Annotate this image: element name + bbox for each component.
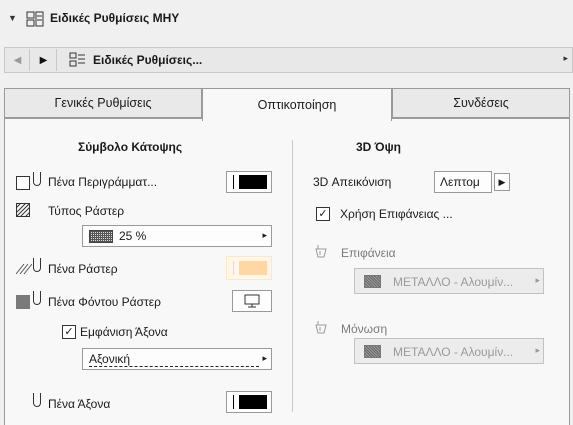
paint-bucket-icon — [315, 245, 327, 258]
column-divider — [292, 140, 293, 412]
collapse-chevron-icon[interactable]: ▼ — [8, 13, 17, 23]
show-axis-label: Εμφάνιση Άξονα — [80, 325, 168, 339]
fill-pen-hatch-icon — [16, 263, 32, 275]
pen-weight-icon — [233, 395, 234, 409]
insulation-dropdown[interactable]: ΜΕΤΑΛΛΟ - Αλουμίν... ▸ — [354, 338, 544, 364]
outline-icon — [16, 176, 30, 190]
next-page-button[interactable]: ▶ — [31, 49, 57, 71]
outline-pen-label: Πένα Περιγράμματ... — [48, 175, 158, 189]
pen-icon — [33, 258, 41, 272]
pen-icon — [33, 291, 41, 305]
tab-visualization[interactable]: Οπτικοποίηση — [202, 88, 392, 121]
floor-plan-symbol-heading: Σύμβολο Κάτοψης — [78, 140, 183, 154]
monitor-icon — [244, 294, 260, 308]
3d-view-heading: 3D Όψη — [356, 140, 401, 154]
3d-display-label: 3D Απεικόνιση — [313, 175, 392, 189]
3d-display-dropdown[interactable]: Λεπτομ — [434, 171, 492, 193]
tab-connections[interactable]: Συνδέσεις — [392, 88, 570, 118]
surface-dropdown[interactable]: ΜΕΤΑΛΛΟ - Αλουμίν... ▸ — [354, 268, 544, 294]
background-pen-button[interactable] — [232, 290, 272, 312]
page-menu-arrow-icon[interactable]: ▸ — [563, 53, 568, 64]
axis-line-preview — [89, 366, 259, 367]
dropdown-arrow-icon: ▸ — [262, 353, 267, 363]
show-axis-checkbox[interactable]: ✓ — [62, 325, 76, 339]
pen-icon — [33, 172, 41, 186]
insulation-value: ΜΕΤΑΛΛΟ - Αλουμίν... — [393, 345, 514, 359]
pen-color-swatch — [239, 395, 267, 409]
axis-type-dropdown[interactable]: Αξονική ▸ — [82, 348, 272, 370]
3d-display-value: Λεπτομ — [440, 175, 480, 189]
fill-type-label: Τύπος Ράστερ — [48, 204, 125, 218]
fill-type-dropdown[interactable]: 25 % ▸ — [82, 225, 272, 247]
axis-pen-label: Πένα Άξονα — [48, 397, 111, 411]
fill-pen-label: Πένα Ράστερ — [48, 262, 118, 276]
background-pen-label: Πένα Φόντου Ράστερ — [48, 295, 161, 309]
surface-label: Επιφάνεια — [341, 246, 396, 260]
tab-label: Συνδέσεις — [453, 96, 509, 110]
dropdown-arrow-icon: ▸ — [535, 275, 540, 285]
custom-settings-icon — [69, 52, 85, 67]
axis-type-value: Αξονική — [89, 352, 131, 366]
page-selector-label[interactable]: Ειδικές Ρυθμίσεις... — [93, 53, 202, 67]
pen-weight-icon — [233, 175, 234, 189]
pen-color-swatch — [239, 175, 267, 189]
use-surface-checkbox[interactable]: ✓ — [316, 207, 330, 221]
dropdown-arrow-icon: ▸ — [262, 230, 267, 240]
use-surface-label: Χρήση Επιφάνειας ... — [340, 207, 453, 221]
panel-header[interactable]: ▼ Ειδικές Ρυθμίσεις ΜΗΥ — [0, 0, 573, 38]
insulation-label: Μόνωση — [341, 322, 388, 336]
surface-swatch — [364, 275, 381, 288]
fill-type-value: 25 % — [119, 229, 147, 243]
dropdown-arrow-icon: ▸ — [535, 345, 540, 355]
panel-title: Ειδικές Ρυθμίσεις ΜΗΥ — [50, 11, 180, 25]
insulation-swatch — [364, 345, 381, 358]
settings-navigator: ◀ ▶ Ειδικές Ρυθμίσεις... ▸ — [4, 47, 573, 73]
pen-weight-icon — [233, 261, 234, 275]
surface-value: ΜΕΤΑΛΛΟ - Αλουμίν... — [393, 275, 514, 289]
tab-label: Γενικές Ρυθμίσεις — [54, 96, 152, 110]
background-fill-icon — [16, 295, 30, 309]
fill-pen-button[interactable] — [226, 256, 272, 280]
pen-color-swatch — [239, 261, 267, 275]
pen-icon — [33, 393, 41, 407]
fill-type-icon — [16, 203, 30, 217]
tab-label: Οπτικοποίηση — [257, 98, 337, 112]
3d-display-arrow-button[interactable]: ▶ — [494, 173, 510, 191]
tab-general-settings[interactable]: Γενικές Ρυθμίσεις — [4, 88, 202, 118]
mep-settings-icon — [26, 11, 44, 27]
paint-bucket-icon — [315, 321, 327, 334]
prev-page-button[interactable]: ◀ — [6, 49, 30, 71]
fill-pattern-swatch — [89, 230, 113, 243]
axis-pen-button[interactable] — [226, 391, 272, 413]
outline-pen-button[interactable] — [226, 171, 272, 193]
